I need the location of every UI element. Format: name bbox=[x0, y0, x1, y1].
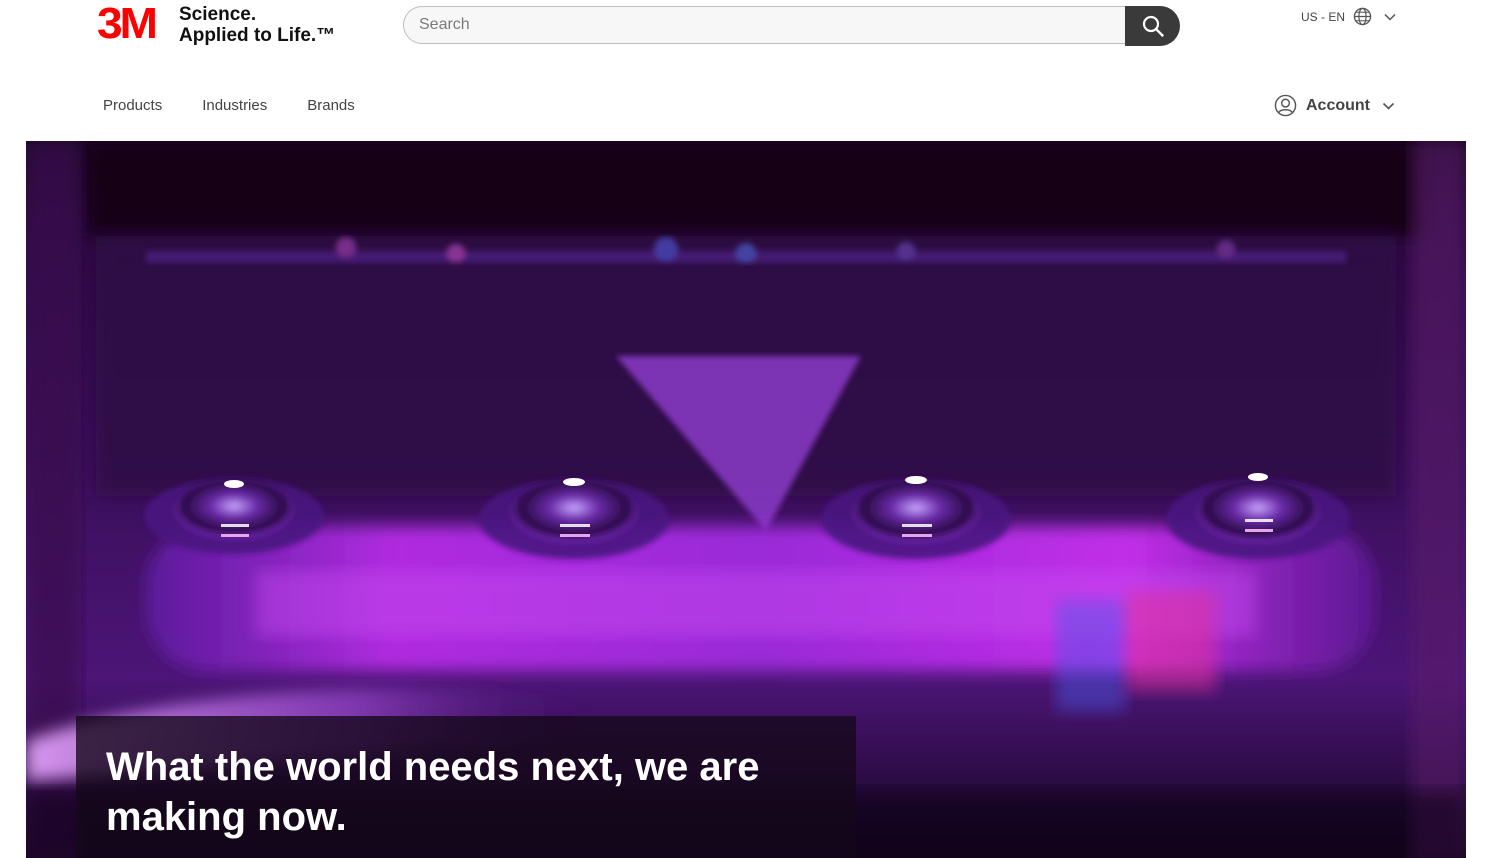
search-button[interactable] bbox=[1125, 6, 1180, 46]
hero-caption: What the world needs next, we are making… bbox=[76, 716, 856, 858]
search-input[interactable] bbox=[403, 6, 1125, 44]
nav-item-products[interactable]: Products bbox=[103, 96, 162, 116]
chevron-down-icon bbox=[1384, 13, 1396, 21]
hero-banner: What the world needs next, we are making… bbox=[26, 141, 1466, 858]
logo-tagline: Science. Applied to Life.™ bbox=[179, 4, 335, 46]
account-menu[interactable]: Account bbox=[1274, 94, 1395, 117]
search-bar bbox=[403, 6, 1180, 46]
locale-label: US - EN bbox=[1301, 9, 1346, 24]
primary-nav: Products Industries Brands bbox=[103, 96, 395, 116]
globe-icon bbox=[1353, 7, 1372, 26]
search-icon bbox=[1142, 15, 1164, 37]
brand-logo[interactable]: 3M Science. Applied to Life.™ bbox=[97, 0, 335, 48]
user-circle-icon bbox=[1274, 94, 1297, 117]
nav-item-brands[interactable]: Brands bbox=[307, 96, 355, 116]
tagline-line-2: Applied to Life.™ bbox=[179, 25, 336, 46]
tagline-line-1: Science. bbox=[179, 4, 257, 25]
chevron-down-icon bbox=[1382, 102, 1395, 110]
account-label: Account bbox=[1306, 96, 1370, 114]
nav-item-industries[interactable]: Industries bbox=[202, 96, 267, 116]
hero-headline: What the world needs next, we are making… bbox=[106, 745, 760, 839]
logo-mark: 3M bbox=[97, 0, 158, 48]
locale-selector[interactable]: US - EN bbox=[1301, 7, 1396, 26]
site-header: 3M Science. Applied to Life.™ US - EN Pr bbox=[0, 0, 1488, 141]
